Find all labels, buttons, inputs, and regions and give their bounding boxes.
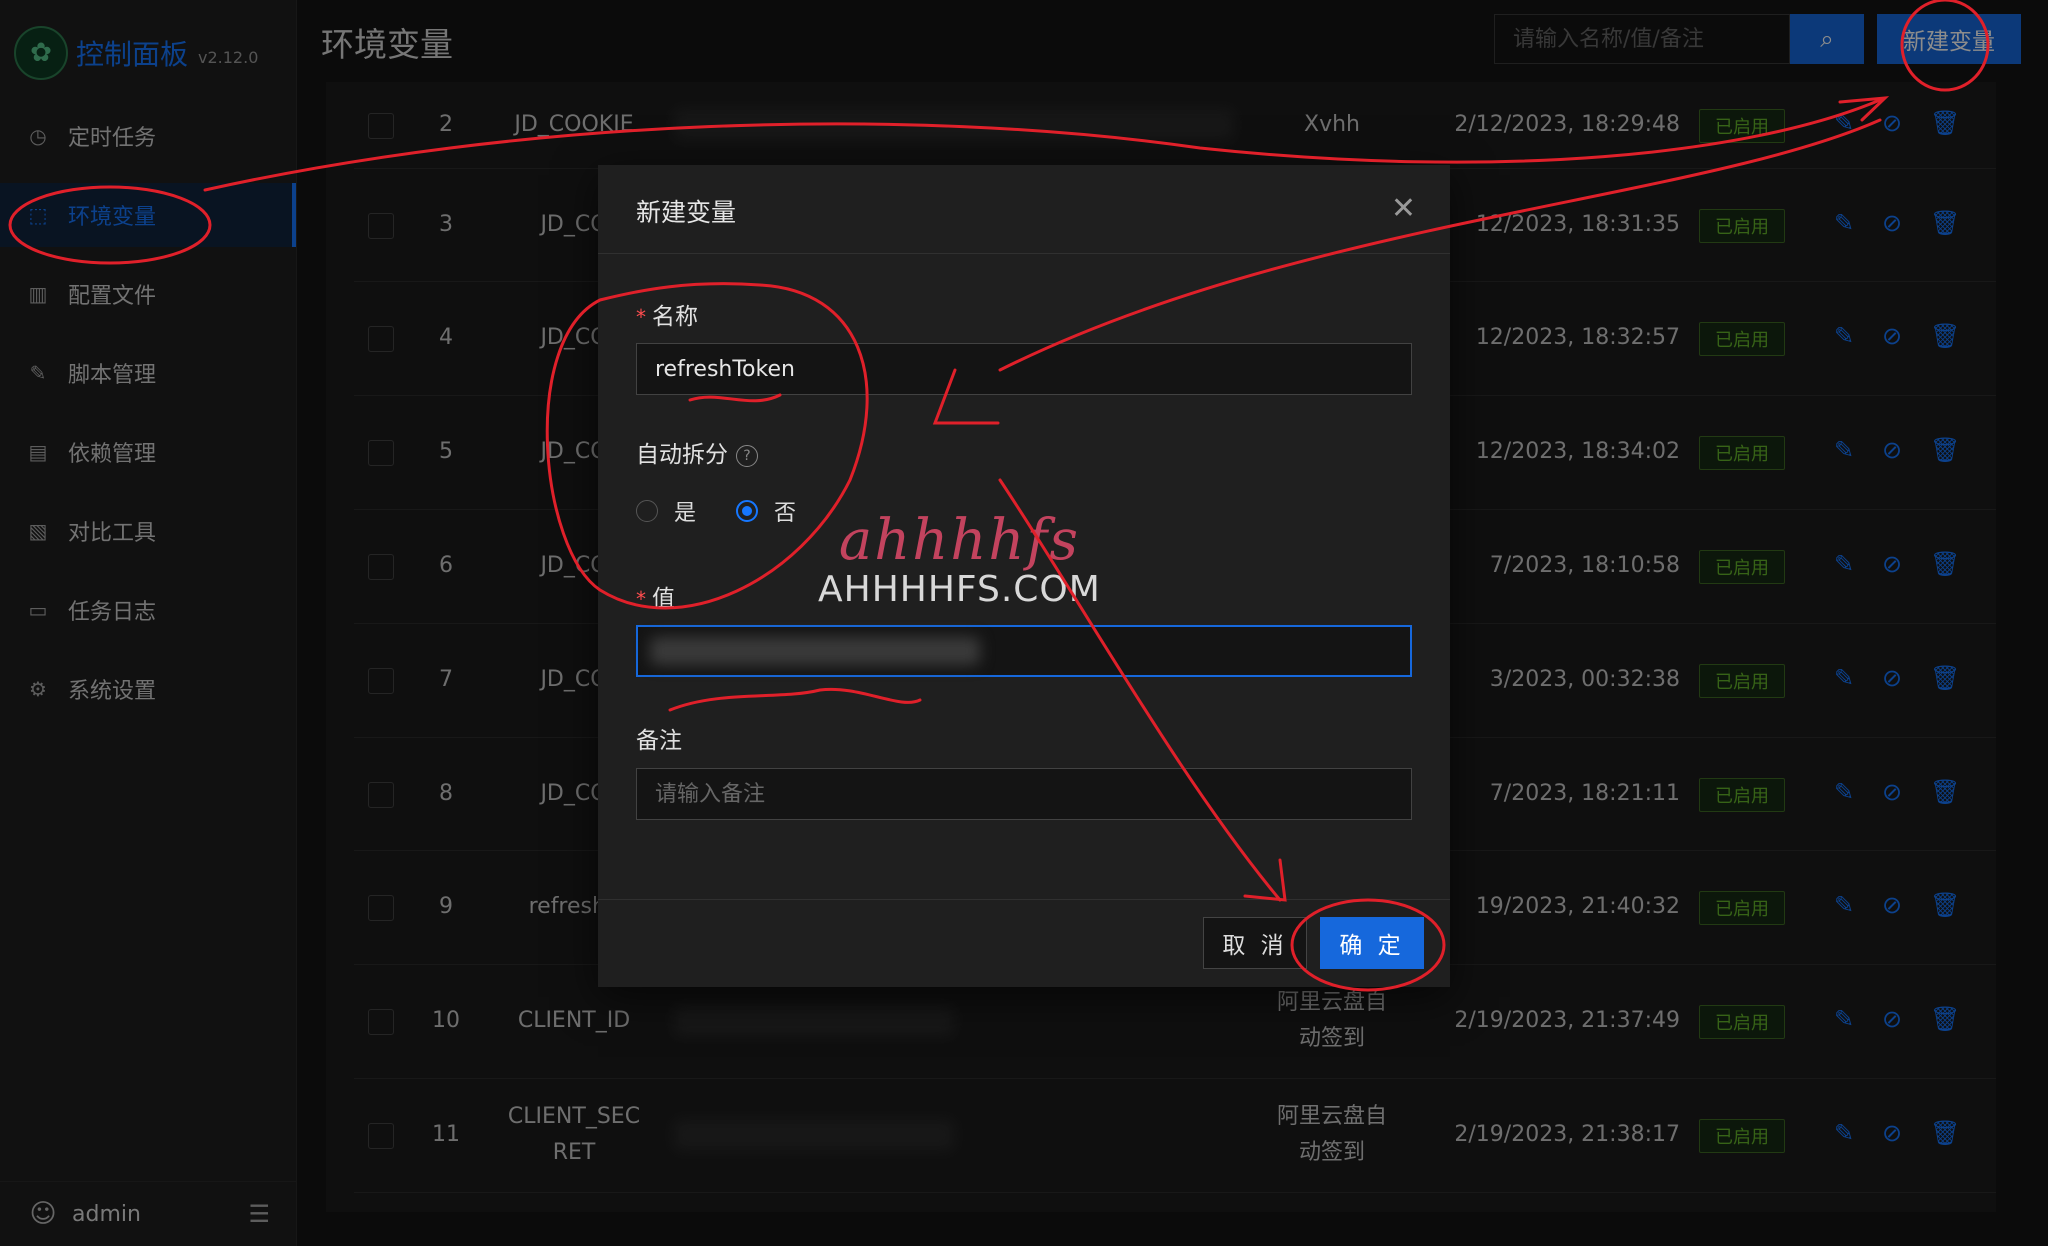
radio-yes[interactable]: [636, 500, 658, 522]
watermark-logo: ahhhhfs: [838, 508, 1080, 573]
radio-no[interactable]: [736, 500, 759, 522]
help-icon[interactable]: ?: [736, 444, 758, 467]
blurred-value: [650, 637, 980, 665]
radio-no-label[interactable]: 否: [774, 495, 796, 527]
remark-label: 备注: [636, 728, 682, 754]
close-icon[interactable]: ✕: [1391, 191, 1416, 226]
name-field[interactable]: [636, 343, 1412, 395]
radio-yes-label[interactable]: 是: [674, 495, 696, 527]
remark-field[interactable]: [636, 768, 1412, 820]
value-field[interactable]: [636, 625, 1412, 677]
confirm-button[interactable]: 确 定: [1320, 917, 1424, 969]
cancel-button[interactable]: 取 消: [1203, 917, 1307, 969]
name-label: * 名称: [636, 304, 698, 330]
modal-header-divider: [598, 253, 1450, 254]
watermark-text: AHHHHFS.COM: [818, 569, 1101, 610]
modal-title: 新建变量: [636, 198, 737, 227]
auto-split-label: 自动拆分?: [636, 435, 758, 469]
auto-split-radio-group: 是 否: [636, 495, 796, 527]
modal-footer-divider: [598, 899, 1450, 900]
watermark: ahhhhfs AHHHHFS.COM: [818, 508, 1101, 610]
value-label: * 值: [636, 586, 675, 612]
